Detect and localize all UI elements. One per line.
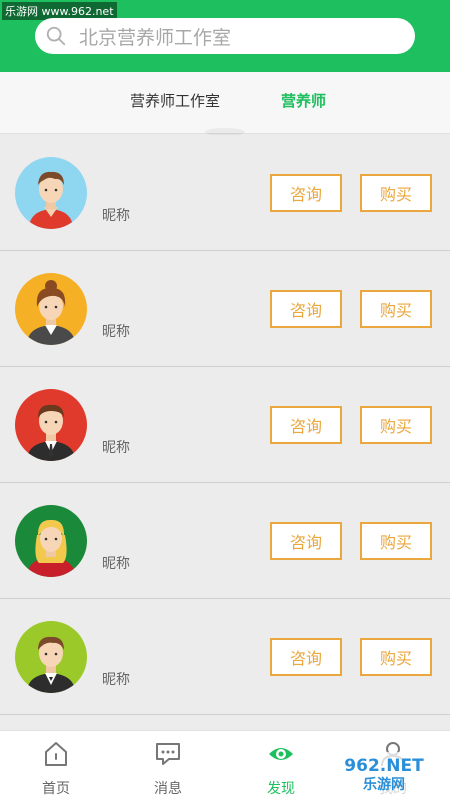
tabbar-label-home: 首页 xyxy=(42,781,70,797)
home-icon xyxy=(45,742,67,766)
nutritionist-list: 昵称 咨询 购买 昵称 咨询 购买 昵称 咨询 购买 昵称 咨询 购买 昵称 咨… xyxy=(0,135,450,715)
list-item: 昵称 咨询 购买 xyxy=(0,251,450,367)
consult-button[interactable]: 咨询 xyxy=(270,638,342,676)
tabbar-label-discover: 发现 xyxy=(267,781,295,797)
woman-avatar-icon[interactable] xyxy=(15,273,87,345)
watermark-text-top: 962.NET xyxy=(344,756,424,776)
consult-button[interactable]: 咨询 xyxy=(270,522,342,560)
nickname-label: 昵称 xyxy=(102,672,130,688)
search-icon xyxy=(46,26,66,46)
message-icon xyxy=(156,743,180,765)
nickname-label: 昵称 xyxy=(102,440,130,456)
tabbar-label-messages: 消息 xyxy=(154,781,182,797)
consult-button[interactable]: 咨询 xyxy=(270,406,342,444)
man-suit-avatar-icon[interactable] xyxy=(15,621,87,693)
watermark-text-bottom: 乐游网 xyxy=(363,776,405,793)
list-item: 昵称 咨询 购买 xyxy=(0,367,450,483)
buy-button[interactable]: 购买 xyxy=(360,174,432,212)
list-item: 昵称 咨询 购买 xyxy=(0,599,450,715)
businessman-avatar-icon[interactable] xyxy=(15,389,87,461)
buy-button[interactable]: 购买 xyxy=(360,406,432,444)
tab-studio[interactable]: 营养师工作室 xyxy=(130,90,220,111)
consult-button[interactable]: 咨询 xyxy=(270,174,342,212)
blonde-woman-avatar-icon[interactable] xyxy=(15,505,87,577)
buy-button[interactable]: 购买 xyxy=(360,290,432,328)
buy-button[interactable]: 购买 xyxy=(360,522,432,560)
man-avatar-icon[interactable] xyxy=(15,157,87,229)
watermark-logo: 962.NET 乐游网 xyxy=(324,752,444,794)
tabbar-item-discover[interactable]: 发现 xyxy=(236,731,326,800)
nickname-label: 昵称 xyxy=(102,324,130,340)
tab-bar: 营养师工作室 营养师 xyxy=(0,72,450,134)
list-item: 昵称 咨询 购买 xyxy=(0,135,450,251)
search-input[interactable]: 北京营养师工作室 xyxy=(79,23,231,50)
buy-button[interactable]: 购买 xyxy=(360,638,432,676)
consult-button[interactable]: 咨询 xyxy=(270,290,342,328)
nickname-label: 昵称 xyxy=(102,208,130,224)
tabbar-item-messages[interactable]: 消息 xyxy=(123,731,213,800)
nickname-label: 昵称 xyxy=(102,556,130,572)
eye-icon xyxy=(269,748,293,760)
header-bar: 乐游网 www.962.net 北京营养师工作室 xyxy=(0,0,450,72)
tab-nutritionist[interactable]: 营养师 xyxy=(281,90,326,111)
list-item: 昵称 咨询 购买 xyxy=(0,483,450,599)
search-bar[interactable]: 北京营养师工作室 xyxy=(35,18,415,54)
tabbar-item-home[interactable]: 首页 xyxy=(11,731,101,800)
